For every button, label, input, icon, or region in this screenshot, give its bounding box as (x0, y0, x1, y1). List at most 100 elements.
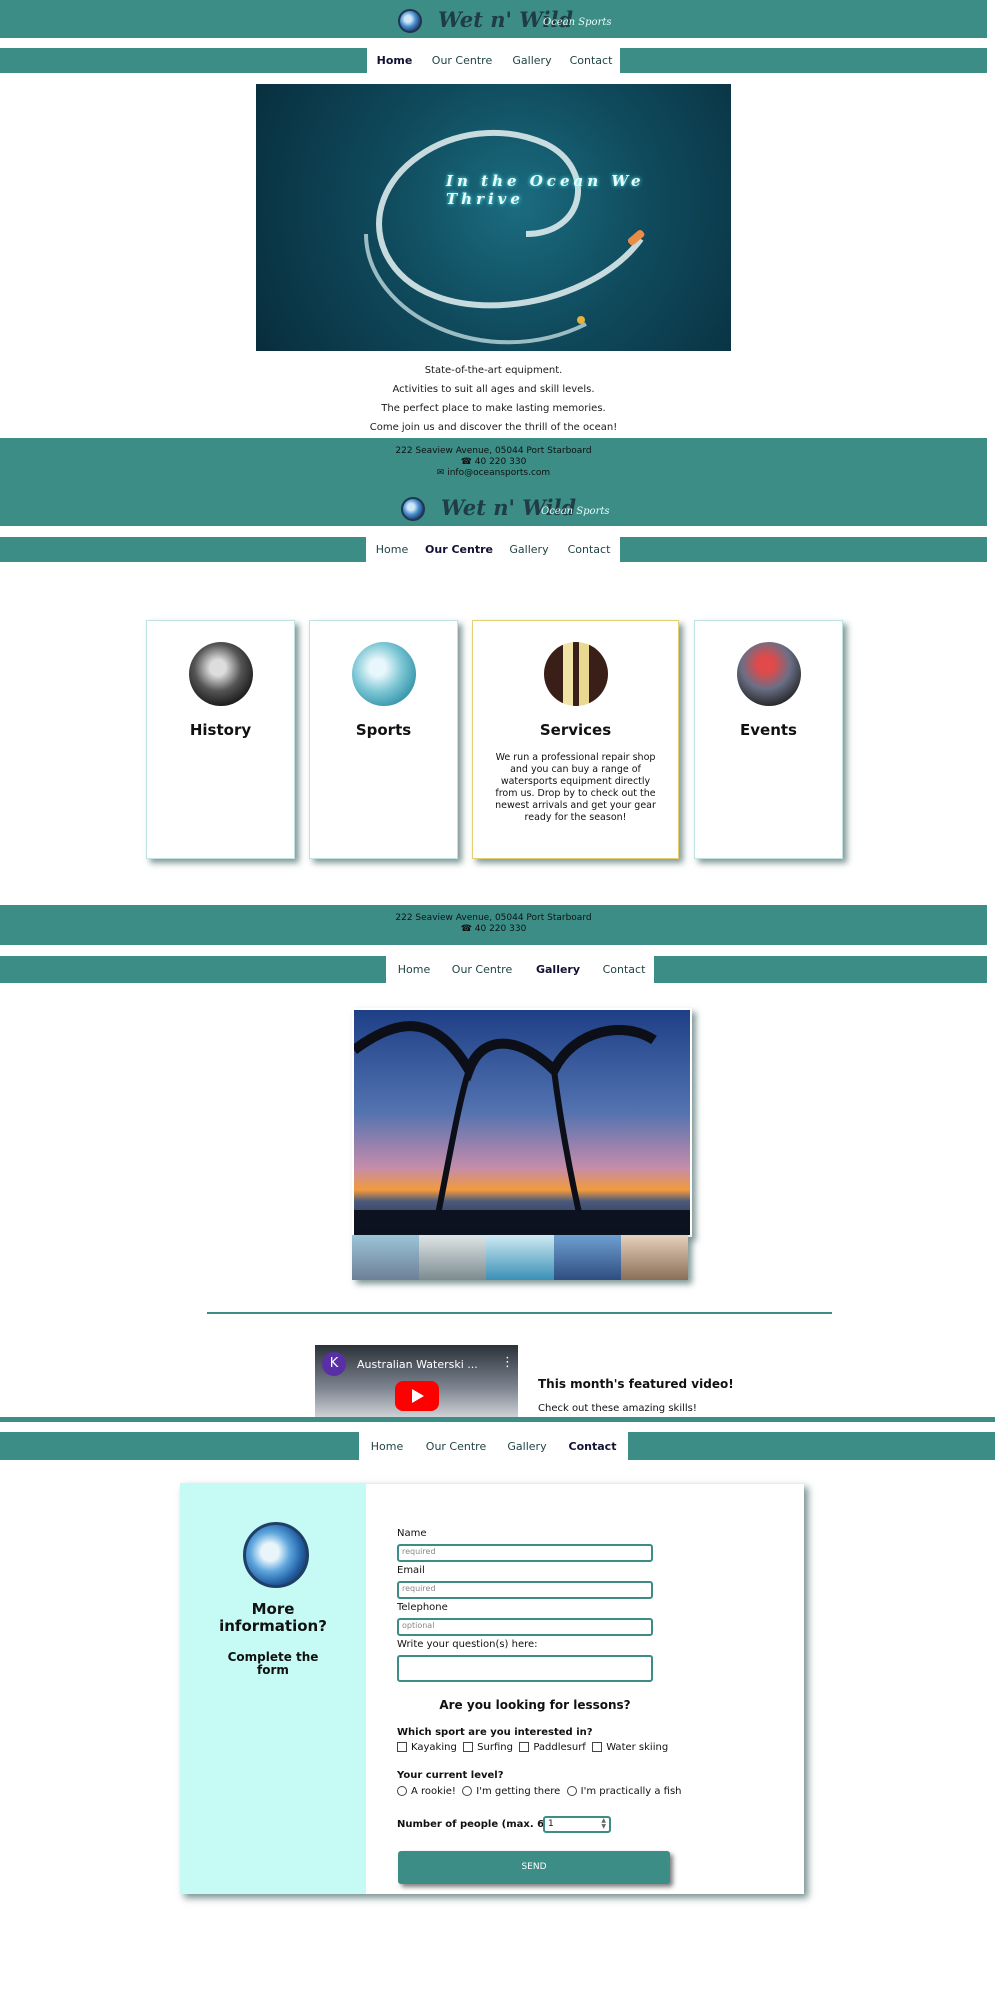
card-events[interactable]: Events (694, 620, 843, 859)
footer-address: 222 Seaview Avenue, 05044 Port Starboard (395, 446, 592, 456)
lessons-heading: Are you looking for lessons? (439, 1698, 631, 1712)
video-embed[interactable]: K Australian Waterski ... ⋮ (315, 1345, 518, 1417)
footer-address: 222 Seaview Avenue, 05044 Port Starboard (395, 913, 592, 923)
nav-gallery[interactable]: Gallery (497, 1432, 557, 1460)
nav-contact[interactable]: Contact (562, 48, 620, 73)
main-nav: Home Our Centre Gallery Contact (359, 1432, 628, 1460)
sport-checkbox[interactable]: Water skiing (592, 1742, 668, 1753)
brand-tagline: Ocean Sports (541, 506, 610, 517)
main-nav: Home Our Centre Gallery Contact (386, 956, 654, 983)
contact-side-subtitle: Complete the form (227, 1650, 319, 1677)
card-services-title: Services (539, 721, 612, 739)
video-heading: This month's featured video! (538, 1377, 734, 1391)
nav-contact[interactable]: Contact (558, 537, 620, 562)
telephone-field[interactable]: optional (397, 1618, 653, 1636)
level-option-label: A rookie! (411, 1786, 456, 1797)
sport-option-label: Water skiing (606, 1742, 669, 1753)
footer-phone: ☎ 40 220 330 (0, 457, 987, 467)
sport-checkbox[interactable]: Kayaking (397, 1742, 457, 1753)
nav-home[interactable]: Home (386, 956, 442, 983)
video-title: Australian Waterski ... (357, 1358, 478, 1371)
level-option-label: I'm practically a fish (580, 1786, 682, 1797)
level-radio[interactable]: A rookie! (397, 1786, 456, 1797)
sport-option-label: Paddlesurf (533, 1742, 586, 1753)
contact-side-title: More information? (219, 1600, 327, 1635)
level-radio[interactable]: I'm practically a fish (566, 1786, 682, 1797)
intro-line: Activities to suit all ages and skill le… (392, 384, 595, 395)
level-options: A rookie! I'm getting there I'm practica… (397, 1786, 682, 1797)
card-history[interactable]: History (146, 620, 295, 859)
intro-line: State-of-the-art equipment. (424, 365, 563, 376)
nav-our-centre[interactable]: Our Centre (442, 956, 522, 983)
video-menu-icon[interactable]: ⋮ (501, 1355, 514, 1370)
sport-option-label: Kayaking (411, 1742, 457, 1753)
sport-checkbox[interactable]: Surfing (463, 1742, 513, 1753)
card-services-text: We run a professional repair shop and yo… (495, 752, 656, 823)
gallery-thumbnail[interactable] (486, 1235, 554, 1280)
contact-sidebar: More information? Complete the form (180, 1484, 366, 1894)
nav-gallery[interactable]: Gallery (522, 956, 594, 983)
wave-logo-icon (398, 9, 422, 33)
email-field[interactable]: required (397, 1581, 653, 1599)
wave-logo-icon (243, 1522, 309, 1588)
people-stepper[interactable]: 1 ▲ ▼ (543, 1816, 611, 1833)
nav-home[interactable]: Home (367, 48, 422, 73)
intro-line: Come join us and discover the thrill of … (369, 422, 618, 433)
nav-home[interactable]: Home (359, 1432, 415, 1460)
name-label: Name (397, 1528, 427, 1539)
question-label: Write your question(s) here: (397, 1639, 538, 1650)
intro-line: The perfect place to make lasting memori… (381, 403, 606, 414)
main-nav: Home Our Centre Gallery Contact (366, 537, 620, 562)
footer-phone: ☎ 40 220 330 (0, 924, 987, 934)
card-sports[interactable]: Sports (309, 620, 458, 859)
nav-our-centre[interactable]: Our Centre (422, 48, 502, 73)
footer-phone-value: 40 220 330 (474, 457, 527, 467)
level-label: Your current level? (397, 1770, 504, 1781)
send-button[interactable]: SEND (398, 1851, 670, 1884)
channel-avatar: K (322, 1352, 346, 1376)
events-image (736, 642, 801, 706)
gallery-main-image[interactable] (352, 1008, 692, 1237)
phone-icon: ☎ (460, 924, 475, 934)
nav-gallery[interactable]: Gallery (502, 48, 562, 73)
nav-home[interactable]: Home (366, 537, 418, 562)
services-image (543, 642, 608, 706)
gallery-thumbnail[interactable] (553, 1235, 621, 1280)
palm-trees-graphic (354, 1021, 690, 1235)
footer-email-value: info@oceansports.com (447, 468, 551, 478)
card-sports-title: Sports (355, 721, 412, 739)
level-radio[interactable]: I'm getting there (462, 1786, 560, 1797)
section-divider-bar (0, 1417, 995, 1422)
sports-image (351, 642, 416, 706)
stepper-arrows-icon[interactable]: ▲ ▼ (601, 1818, 606, 1830)
gallery-thumbnail[interactable] (620, 1235, 689, 1280)
nav-contact[interactable]: Contact (594, 956, 654, 983)
brand-tagline: Ocean Sports (543, 17, 612, 28)
people-label: Number of people (max. 6) (397, 1819, 549, 1830)
people-value: 1 (548, 1819, 554, 1829)
nav-gallery[interactable]: Gallery (500, 537, 558, 562)
footer-email[interactable]: ✉ info@oceansports.com (0, 468, 987, 478)
sport-label: Which sport are you interested in? (397, 1727, 593, 1738)
contact-panel: More information? Complete the form Name… (180, 1483, 804, 1894)
telephone-label: Telephone (397, 1602, 448, 1613)
nav-our-centre[interactable]: Our Centre (418, 537, 500, 562)
nav-our-centre[interactable]: Our Centre (415, 1432, 497, 1460)
sport-option-label: Surfing (477, 1742, 513, 1753)
card-history-title: History (189, 721, 252, 739)
gallery-divider (207, 1312, 832, 1314)
phone-icon: ☎ (460, 457, 475, 467)
gallery-thumbnails (352, 1235, 689, 1280)
play-icon[interactable] (395, 1381, 439, 1411)
card-services[interactable]: Services We run a professional repair sh… (472, 620, 679, 859)
question-textarea[interactable] (397, 1655, 653, 1682)
name-field[interactable]: required (397, 1544, 653, 1562)
sport-checkbox[interactable]: Paddlesurf (519, 1742, 586, 1753)
gallery-thumbnail[interactable] (419, 1235, 487, 1280)
sport-options: Kayaking Surfing Paddlesurf Water skiing (397, 1742, 668, 1753)
gallery-thumbnail[interactable] (352, 1235, 420, 1280)
hero-caption: In the Ocean We Thrive (446, 172, 645, 208)
envelope-icon: ✉ (436, 468, 448, 478)
footer-phone-value: 40 220 330 (474, 924, 527, 934)
nav-contact[interactable]: Contact (557, 1432, 628, 1460)
